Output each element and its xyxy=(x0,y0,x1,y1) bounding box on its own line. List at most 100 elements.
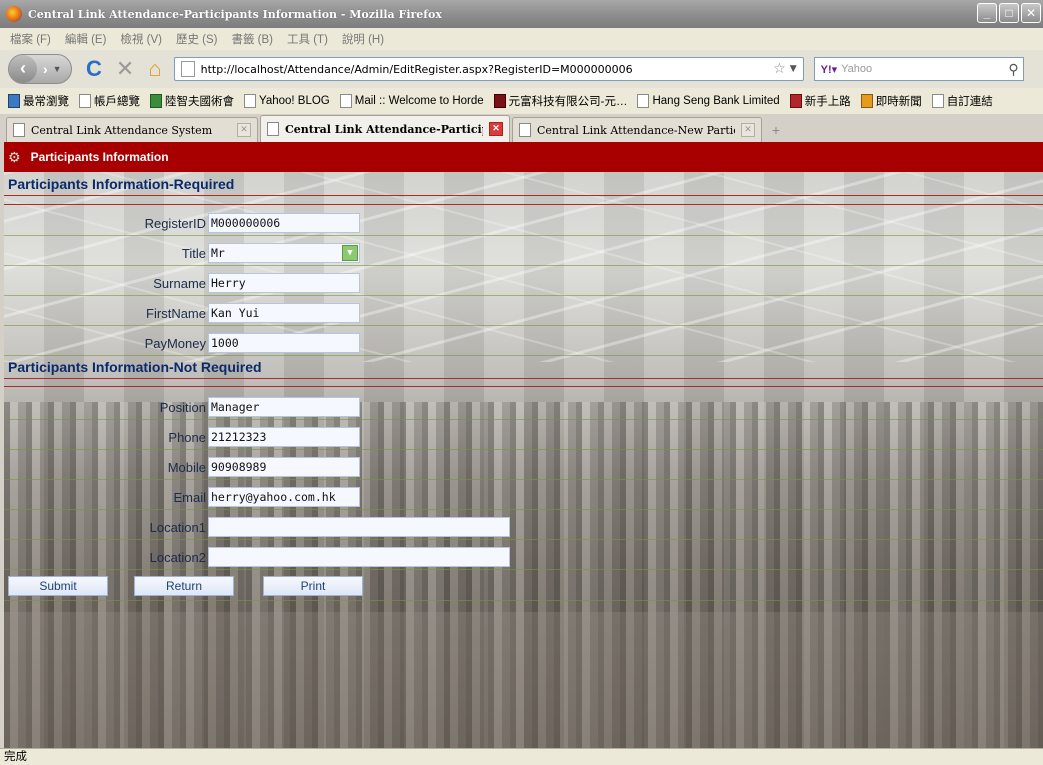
menu-bar: 檔案 (F) 編輯 (E) 檢視 (V) 歷史 (S) 書籤 (B) 工具 (T… xyxy=(0,28,1043,50)
background-photo-floor xyxy=(4,612,1043,748)
row-email: Email herry@yahoo.com.hk xyxy=(4,486,360,508)
menu-file[interactable]: 檔案 (F) xyxy=(10,31,51,47)
address-url[interactable]: http://localhost/Attendance/Admin/EditRe… xyxy=(201,63,774,76)
site-icon xyxy=(493,94,506,108)
minimize-button[interactable]: _ xyxy=(977,3,997,23)
divider xyxy=(4,355,1043,356)
position-field[interactable]: Manager xyxy=(208,397,360,417)
bookmark-item[interactable]: 自訂連結 xyxy=(931,93,993,109)
bookmark-item[interactable]: 元富科技有限公司-元… xyxy=(493,93,627,109)
firefox-icon xyxy=(6,6,22,22)
divider xyxy=(4,204,1043,205)
email-field[interactable]: herry@yahoo.com.hk xyxy=(208,487,360,507)
menu-tools[interactable]: 工具 (T) xyxy=(287,31,328,47)
page-icon xyxy=(79,94,91,108)
firstname-field[interactable]: Kan Yui xyxy=(208,303,360,323)
close-button[interactable]: ✕ xyxy=(1021,3,1041,23)
divider xyxy=(4,378,1043,379)
divider xyxy=(4,295,1043,296)
maximize-button[interactable]: □ xyxy=(999,3,1019,23)
close-tab-icon[interactable]: ✕ xyxy=(741,123,755,137)
back-forward-group: ‹ › ▼ xyxy=(8,54,72,84)
history-dropdown-icon[interactable]: ▼ xyxy=(53,64,62,74)
location2-field[interactable] xyxy=(208,547,510,567)
close-tab-icon[interactable]: ✕ xyxy=(237,123,251,137)
row-phone: Phone 21212323 xyxy=(4,426,360,448)
divider xyxy=(4,195,1043,196)
site-icon xyxy=(789,94,802,108)
bookmark-star-icon[interactable]: ☆ xyxy=(773,61,786,77)
bookmark-item[interactable]: 最常瀏覽 xyxy=(8,93,69,109)
paymoney-field[interactable]: 1000 xyxy=(208,333,360,353)
reload-button[interactable]: C xyxy=(86,58,102,80)
menu-help[interactable]: 說明 (H) xyxy=(342,31,384,47)
row-title: Title Mr ▼ xyxy=(4,242,360,264)
bookmark-item[interactable]: 帳戶總覽 xyxy=(79,93,140,109)
stop-button[interactable]: ✕ xyxy=(116,58,134,80)
divider xyxy=(4,569,1043,570)
bookmark-item[interactable]: 新手上路 xyxy=(789,93,851,109)
section-title-not-required: Participants Information-Not Required xyxy=(8,359,262,375)
page-icon xyxy=(637,94,650,108)
bookmark-item[interactable]: Mail :: Welcome to Horde xyxy=(339,94,484,108)
register-id-field[interactable]: M000000006 xyxy=(208,213,360,233)
tab-participants-info[interactable]: Central Link Attendance-Particip··· ✕ xyxy=(260,115,510,142)
divider xyxy=(4,419,1043,420)
location1-field[interactable] xyxy=(208,517,510,537)
page-icon xyxy=(244,94,256,108)
search-placeholder[interactable]: Yahoo xyxy=(841,63,872,75)
bookmark-item[interactable]: Yahoo! BLOG xyxy=(244,94,330,108)
menu-bookmarks[interactable]: 書籤 (B) xyxy=(231,31,273,47)
gear-icon: ⚙ xyxy=(8,148,21,165)
bookmark-folder-icon xyxy=(8,94,20,108)
phone-field[interactable]: 21212323 xyxy=(208,427,360,447)
submit-button[interactable]: Submit xyxy=(8,576,108,596)
page-icon xyxy=(519,123,531,137)
divider xyxy=(4,600,1043,601)
section-title-required: Participants Information-Required xyxy=(8,176,235,192)
bookmark-item[interactable]: 陸智夫國術會 xyxy=(150,93,234,109)
row-surname: Surname Herry xyxy=(4,272,360,294)
tab-attendance-system[interactable]: Central Link Attendance System ✕ xyxy=(6,117,258,142)
chevron-down-icon[interactable]: ▼ xyxy=(342,245,358,261)
back-button[interactable]: ‹ xyxy=(9,55,37,83)
navigation-toolbar: ‹ › ▼ C ✕ ⌂ http://localhost/Attendance/… xyxy=(0,50,1043,88)
bookmarks-toolbar: 最常瀏覽 帳戶總覽 陸智夫國術會 Yahoo! BLOG Mail :: Wel… xyxy=(0,88,1043,114)
forward-button[interactable]: › xyxy=(43,61,48,77)
search-box[interactable]: Y!▾ Yahoo ⚲ xyxy=(813,57,1024,81)
row-paymoney: PayMoney 1000 xyxy=(4,332,360,354)
divider xyxy=(4,449,1043,450)
page-icon xyxy=(267,122,279,136)
site-icon xyxy=(150,94,162,108)
menu-edit[interactable]: 編輯 (E) xyxy=(65,31,107,47)
return-button[interactable]: Return xyxy=(134,576,234,596)
print-button[interactable]: Print xyxy=(263,576,363,596)
yahoo-engine-icon[interactable]: Y!▾ xyxy=(821,63,838,76)
window-titlebar: Central Link Attendance-Participants Inf… xyxy=(0,0,1043,28)
window-controls: _ □ ✕ xyxy=(977,3,1041,23)
url-dropdown-icon[interactable]: ▼ xyxy=(790,64,797,74)
close-tab-icon[interactable]: ✕ xyxy=(489,122,503,136)
title-select[interactable]: Mr ▼ xyxy=(208,243,360,263)
menu-history[interactable]: 歷史 (S) xyxy=(176,31,218,47)
divider xyxy=(4,325,1043,326)
address-bar[interactable]: http://localhost/Attendance/Admin/EditRe… xyxy=(173,57,804,81)
divider xyxy=(4,386,1043,387)
page-icon xyxy=(931,94,944,108)
home-button[interactable]: ⌂ xyxy=(148,58,161,80)
tab-new-participants[interactable]: Central Link Attendance-New Participants… xyxy=(512,117,762,142)
status-bar: 完成 xyxy=(0,748,1043,765)
new-tab-button[interactable]: + xyxy=(764,120,788,142)
row-firstname: FirstName Kan Yui xyxy=(4,302,360,324)
menu-view[interactable]: 檢視 (V) xyxy=(120,31,162,47)
divider xyxy=(4,479,1043,480)
page-icon xyxy=(339,94,352,108)
row-position: Position Manager xyxy=(4,396,360,418)
search-icon[interactable]: ⚲ xyxy=(1008,61,1018,78)
row-location2: Location2 xyxy=(4,546,510,568)
window-title: Central Link Attendance-Participants Inf… xyxy=(28,7,442,21)
mobile-field[interactable]: 90908989 xyxy=(208,457,360,477)
bookmark-item[interactable]: Hang Seng Bank Limited xyxy=(637,94,780,108)
surname-field[interactable]: Herry xyxy=(208,273,360,293)
bookmark-item[interactable]: 即時新聞 xyxy=(860,93,922,109)
